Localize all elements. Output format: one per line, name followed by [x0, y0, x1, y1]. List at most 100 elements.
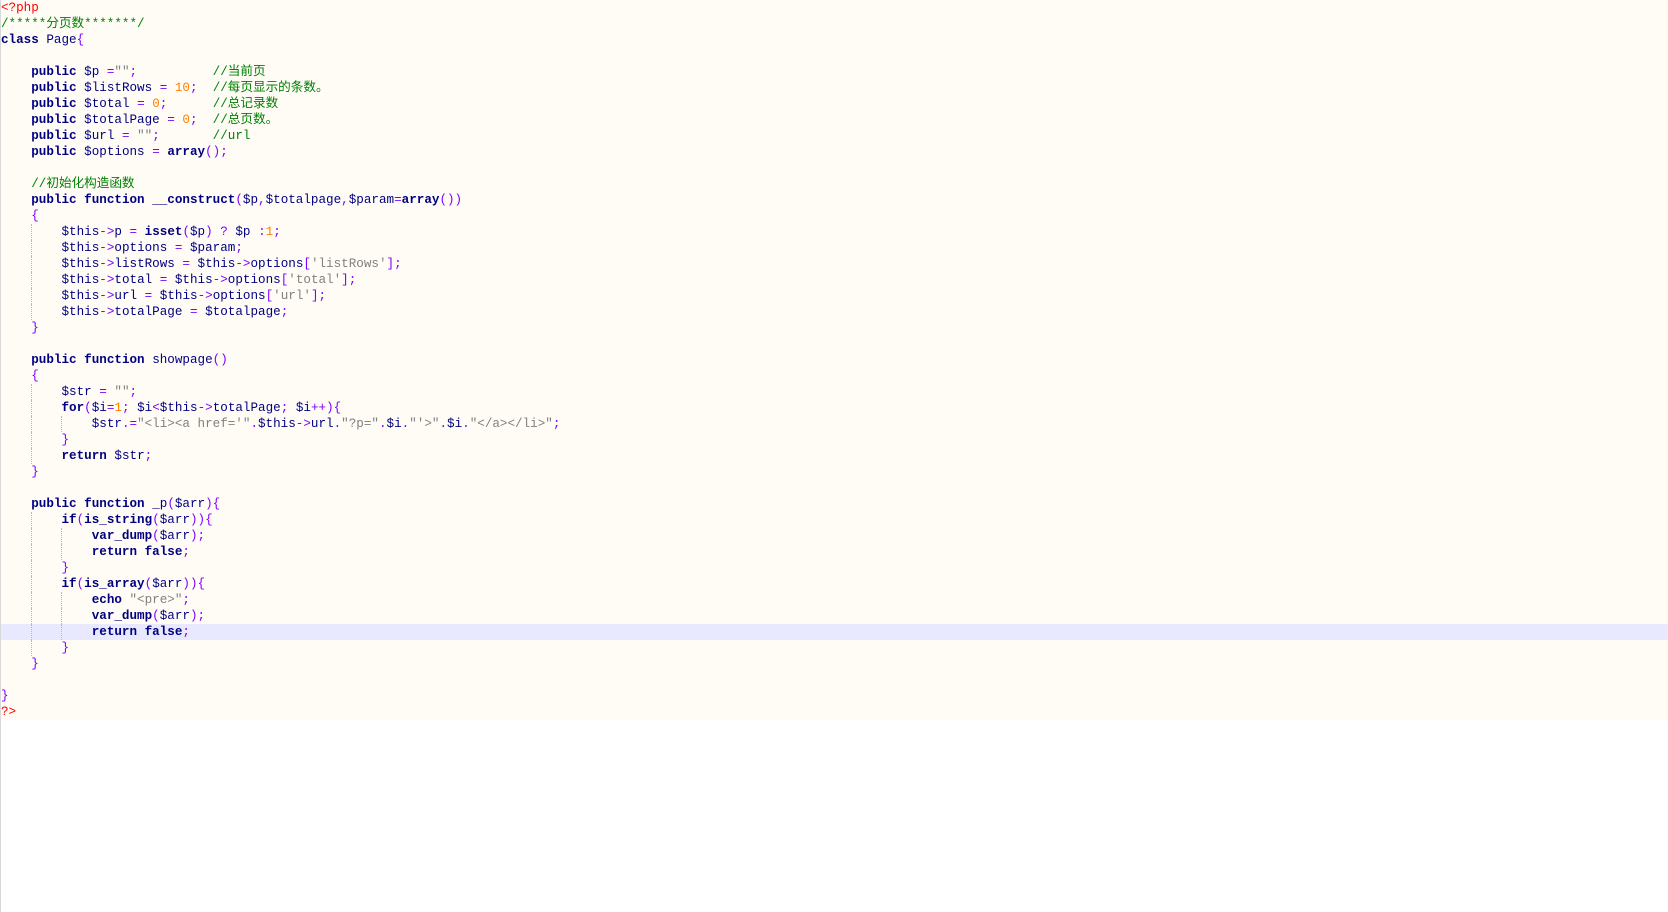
code-line[interactable]: public $p =""; //当前页: [0, 64, 1668, 80]
code-token: public: [31, 97, 77, 111]
code-line[interactable]: [0, 48, 1668, 64]
code-line[interactable]: public $total = 0; //总记录数: [0, 96, 1668, 112]
editor-empty-space[interactable]: [0, 720, 1668, 912]
code-line[interactable]: <?php: [0, 0, 1668, 16]
code-line[interactable]: }: [0, 688, 1668, 704]
code-token: (: [152, 529, 160, 543]
code-line[interactable]: var_dump($arr);: [0, 528, 1668, 544]
code-line[interactable]: [0, 336, 1668, 352]
code-line[interactable]: public $totalPage = 0; //总页数。: [0, 112, 1668, 128]
code-token: if: [61, 577, 77, 591]
code-line[interactable]: class Page{: [0, 32, 1668, 48]
code-line[interactable]: return false;: [0, 544, 1668, 560]
code-token: ];: [310, 289, 327, 303]
code-token: (: [152, 513, 160, 527]
code-token: $url: [84, 129, 115, 143]
code-line[interactable]: if(is_string($arr)){: [0, 512, 1668, 528]
code-token: .: [378, 417, 387, 431]
code-line[interactable]: $this->total = $this->options['total'];: [0, 272, 1668, 288]
code-line[interactable]: $this->url = $this->options['url'];: [0, 288, 1668, 304]
indent-guide: [31, 528, 33, 544]
code-token: $p: [84, 65, 100, 79]
code-line[interactable]: {: [0, 208, 1668, 224]
code-token: {: [31, 209, 39, 223]
code-token: }: [31, 657, 39, 671]
code-line[interactable]: public function _p($arr){: [0, 496, 1668, 512]
code-line[interactable]: }: [0, 432, 1668, 448]
code-token: =: [121, 129, 130, 143]
code-token: $i: [137, 401, 153, 415]
code-line[interactable]: $str = "";: [0, 384, 1668, 400]
code-line[interactable]: $this->listRows = $this->options['listRo…: [0, 256, 1668, 272]
code-line[interactable]: }: [0, 560, 1668, 576]
code-token: (: [235, 193, 243, 207]
code-token: totalPage: [114, 305, 183, 319]
code-token: array: [401, 193, 440, 207]
code-line[interactable]: {: [0, 368, 1668, 384]
code-line[interactable]: $this->options = $param;: [0, 240, 1668, 256]
code-token: .=: [121, 417, 138, 431]
code-line[interactable]: }: [0, 640, 1668, 656]
code-token: array: [167, 145, 206, 159]
code-text-area[interactable]: <?php/*****分页数*******/class Page{ public…: [0, 0, 1668, 720]
code-token: //每页显示的条数。: [212, 81, 329, 95]
code-line[interactable]: }: [0, 464, 1668, 480]
code-token: $totalpage: [205, 305, 281, 319]
code-token: public: [31, 65, 77, 79]
code-token: (: [167, 497, 175, 511]
indent-guide: [31, 384, 33, 400]
code-editor[interactable]: <?php/*****分页数*******/class Page{ public…: [0, 0, 1668, 912]
code-token: .: [462, 417, 470, 431]
code-token: for: [61, 401, 85, 415]
code-token: )){: [182, 577, 206, 591]
code-token: Page: [38, 33, 77, 47]
indent-guide: [31, 432, 33, 448]
editor-left-border: [0, 0, 1, 912]
indent-guide: [61, 416, 63, 432]
code-line[interactable]: [0, 160, 1668, 176]
code-token: =: [152, 145, 160, 159]
code-token: ()): [439, 193, 463, 207]
code-line[interactable]: /*****分页数*******/: [0, 16, 1668, 32]
code-token: 'url': [273, 289, 311, 303]
code-line[interactable]: //初始化构造函数: [0, 176, 1668, 192]
code-line[interactable]: return $str;: [0, 448, 1668, 464]
code-token: ?>: [1, 705, 17, 719]
code-line[interactable]: return false;: [0, 624, 1668, 640]
code-line[interactable]: echo "<pre>";: [0, 592, 1668, 608]
code-line[interactable]: var_dump($arr);: [0, 608, 1668, 624]
code-token: $str: [91, 417, 122, 431]
code-line[interactable]: for($i=1; $i<$this->totalPage; $i++){: [0, 400, 1668, 416]
code-token: $totalpage: [265, 193, 342, 207]
code-line[interactable]: [0, 672, 1668, 688]
code-token: $arr: [152, 577, 183, 591]
code-line[interactable]: ?>: [0, 704, 1668, 720]
code-line[interactable]: public function showpage(): [0, 352, 1668, 368]
code-line[interactable]: }: [0, 320, 1668, 336]
code-token: $arr: [159, 513, 190, 527]
code-line[interactable]: public function __construct($p,$totalpag…: [0, 192, 1668, 208]
code-line[interactable]: public $options = array();: [0, 144, 1668, 160]
code-line[interactable]: $this->p = isset($p) ? $p :1;: [0, 224, 1668, 240]
code-token: );: [189, 529, 206, 543]
indent-guide: [31, 304, 33, 320]
code-line[interactable]: [0, 480, 1668, 496]
code-token: ->: [99, 305, 115, 319]
indent-guide: [31, 448, 33, 464]
code-line[interactable]: }: [0, 656, 1668, 672]
code-token: ;: [144, 449, 153, 463]
code-token: 'total': [288, 273, 342, 287]
code-line[interactable]: $this->totalPage = $totalpage;: [0, 304, 1668, 320]
code-line[interactable]: public $url = ""; //url: [0, 128, 1668, 144]
code-line[interactable]: $str.="<li><a href='".$this->url."?p=".$…: [0, 416, 1668, 432]
code-line[interactable]: if(is_array($arr)){: [0, 576, 1668, 592]
code-line[interactable]: public $listRows = 10; //每页显示的条数。: [0, 80, 1668, 96]
